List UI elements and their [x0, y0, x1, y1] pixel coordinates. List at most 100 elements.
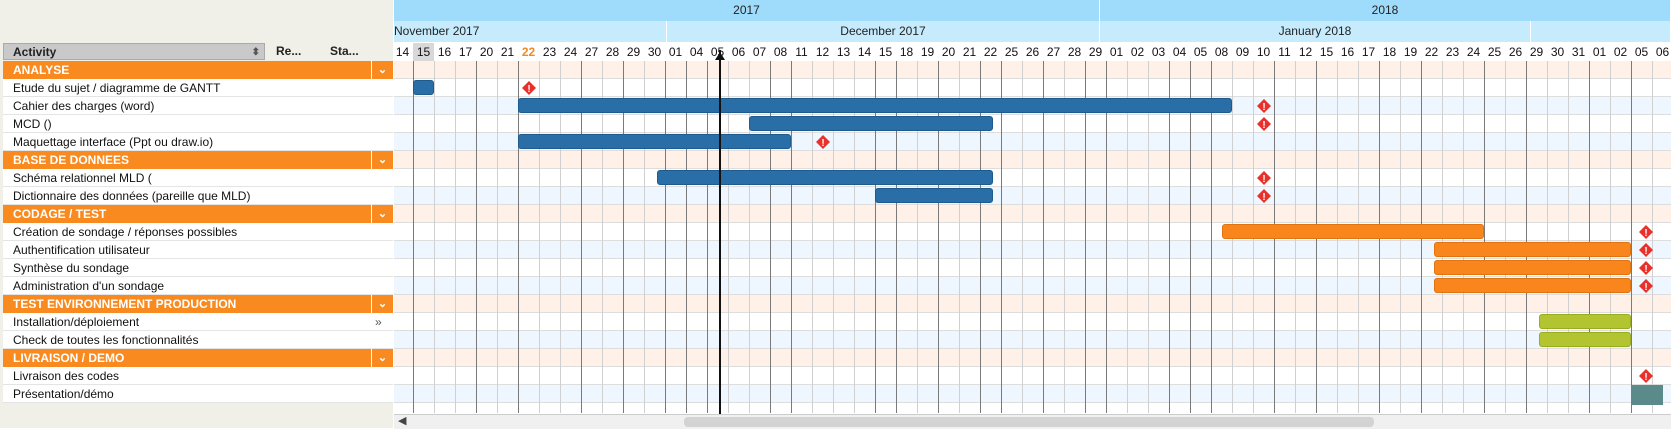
task-bar[interactable] — [749, 116, 993, 131]
scrollbar-thumb[interactable] — [684, 417, 1374, 427]
warning-diamond-icon[interactable]: ! — [1639, 243, 1654, 257]
task-label: Synthèse du sondage — [13, 261, 130, 275]
warning-diamond-icon[interactable]: ! — [1639, 225, 1654, 239]
chevron-down-icon[interactable]: ⌄ — [371, 151, 393, 169]
svg-text:!: ! — [1262, 174, 1265, 185]
gantt-row — [394, 313, 1671, 331]
task-row[interactable]: Administration d'un sondage — [3, 277, 393, 295]
task-label: Authentification utilisateur — [13, 243, 150, 257]
task-bar[interactable] — [875, 188, 993, 203]
grid-line — [770, 61, 771, 413]
gantt-row — [394, 151, 1671, 169]
chevron-down-icon[interactable]: ⌄ — [371, 61, 393, 79]
group-header[interactable]: TEST ENVIRONNEMENT PRODUCTION ⌄ — [3, 295, 393, 313]
grid-line — [1568, 61, 1569, 413]
today-marker-arrow — [715, 52, 725, 60]
sort-icon[interactable]: ⬍ — [252, 44, 260, 59]
day-label: 18 — [899, 45, 914, 59]
task-row[interactable]: Check de toutes les fonctionnalités — [3, 331, 393, 349]
gantt-row — [394, 115, 1671, 133]
grid-line — [1484, 61, 1485, 413]
task-bar[interactable] — [1433, 242, 1631, 257]
warning-diamond-icon[interactable]: ! — [522, 81, 536, 95]
gantt-row — [394, 187, 1671, 205]
day-label: 11 — [795, 45, 808, 59]
task-bar[interactable] — [1433, 278, 1631, 293]
warning-diamond-icon[interactable]: ! — [1639, 279, 1654, 293]
day-label: 01 — [668, 45, 683, 59]
warning-diamond-icon[interactable]: ! — [1257, 171, 1271, 185]
task-row[interactable]: Etude du sujet / diagramme de GANTT — [3, 79, 393, 97]
warning-diamond-icon[interactable]: ! — [816, 135, 830, 149]
group-header[interactable]: CODAGE / TEST ⌄ — [3, 205, 393, 223]
day-label: 24 — [1466, 45, 1481, 59]
chevron-down-icon[interactable]: ⌄ — [371, 295, 393, 313]
task-bar[interactable] — [1538, 314, 1631, 329]
warning-diamond-icon[interactable]: ! — [1257, 117, 1271, 131]
warning-diamond-icon[interactable]: ! — [1257, 99, 1271, 113]
svg-text:!: ! — [1645, 264, 1648, 275]
day-label: 29 — [626, 45, 641, 59]
grid-line — [959, 61, 960, 413]
grid-line — [644, 61, 645, 413]
task-bar[interactable] — [656, 170, 993, 185]
day-label: 06 — [731, 45, 746, 59]
task-row[interactable]: Maquettage interface (Ppt ou draw.io) — [3, 133, 393, 151]
warning-diamond-icon[interactable]: ! — [1257, 189, 1271, 203]
grid-line — [917, 61, 918, 413]
day-label: 14 — [857, 45, 872, 59]
grid-line — [518, 61, 519, 413]
task-row[interactable]: Présentation/démo — [3, 385, 393, 403]
gantt-row — [394, 349, 1671, 367]
task-row[interactable]: Création de sondage / réponses possibles — [3, 223, 393, 241]
group-header[interactable]: LIVRAISON / DEMO ⌄ — [3, 349, 393, 367]
day-label: 25 — [1004, 45, 1019, 59]
task-bar[interactable] — [1221, 224, 1484, 239]
warning-diamond-icon[interactable]: ! — [1639, 261, 1654, 275]
grid-line — [1610, 61, 1611, 413]
grid-line — [1211, 61, 1212, 413]
status-column-header[interactable]: Sta... — [330, 43, 370, 60]
resource-column-header[interactable]: Re... — [276, 43, 316, 60]
warning-diamond-icon[interactable]: ! — [1639, 369, 1654, 383]
task-row[interactable]: Dictionnaire des données (pareille que M… — [3, 187, 393, 205]
task-row[interactable]: Installation/déploiement » — [3, 313, 393, 331]
task-label: Schéma relationnel MLD ( — [13, 171, 152, 185]
month-header: November 2017 — [394, 21, 667, 42]
grid-line — [833, 61, 834, 413]
task-row[interactable]: MCD () — [3, 115, 393, 133]
activity-column-header[interactable]: Activity ⬍ — [3, 43, 265, 60]
group-header[interactable]: ANALYSE ⌄ — [3, 61, 393, 79]
task-row[interactable]: Livraison des codes — [3, 367, 393, 385]
task-bar[interactable] — [518, 134, 791, 149]
task-bar[interactable] — [413, 80, 434, 95]
chevron-down-icon[interactable]: ⌄ — [371, 205, 393, 223]
task-row[interactable]: Schéma relationnel MLD ( — [3, 169, 393, 187]
grid-line — [938, 61, 939, 413]
day-label: 12 — [815, 45, 830, 59]
expand-icon[interactable]: » — [375, 313, 382, 330]
grid-line — [665, 61, 666, 413]
task-label: Création de sondage / réponses possibles — [13, 225, 238, 239]
grid-line — [686, 61, 687, 413]
task-row[interactable]: Authentification utilisateur — [3, 241, 393, 259]
horizontal-scrollbar[interactable]: ◀ — [394, 414, 1671, 429]
day-label: 30 — [647, 45, 662, 59]
chevron-down-icon[interactable]: ⌄ — [371, 349, 393, 367]
day-label: 10 — [1256, 45, 1271, 59]
task-bar[interactable] — [1433, 260, 1631, 275]
grid-line — [476, 61, 477, 413]
task-row[interactable]: Synthèse du sondage — [3, 259, 393, 277]
group-header[interactable]: BASE DE DONNEES ⌄ — [3, 151, 393, 169]
task-bar[interactable] — [1538, 332, 1631, 347]
day-label: 08 — [773, 45, 788, 59]
group-label: ANALYSE — [13, 63, 70, 77]
grid-line — [413, 61, 414, 413]
day-label: 06 — [1655, 45, 1670, 59]
day-label: 27 — [584, 45, 599, 59]
task-bar[interactable] — [518, 98, 1232, 113]
grid-line — [623, 61, 624, 413]
scroll-left-icon[interactable]: ◀ — [398, 414, 406, 427]
task-row[interactable]: Cahier des charges (word) — [3, 97, 393, 115]
day-label: 13 — [836, 45, 851, 59]
